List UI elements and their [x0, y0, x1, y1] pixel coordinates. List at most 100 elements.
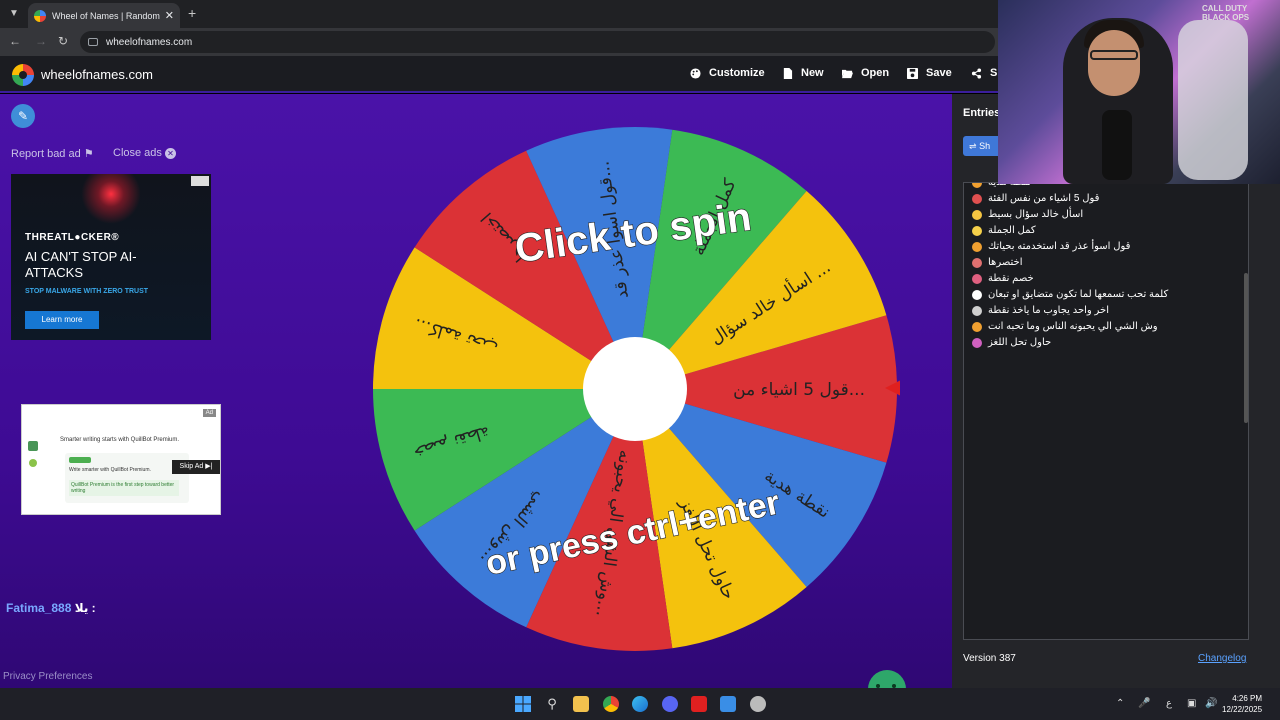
emoji-icon — [972, 183, 982, 188]
ad2-line2: QuillBot Premium is the first step towar… — [69, 480, 179, 496]
entry-text: كمل الجملة — [988, 225, 1036, 236]
youtube-icon[interactable] — [691, 696, 707, 712]
browser-tab[interactable]: Wheel of Names | Random nam ✕ — [28, 3, 180, 28]
emoji-icon — [972, 225, 982, 236]
new-button[interactable]: New — [782, 67, 824, 79]
search-icon[interactable]: ⚲ — [544, 696, 560, 712]
ad-headline: AI CAN'T STOP AI-ATTACKS — [25, 249, 137, 280]
ad2-card-tab — [69, 457, 91, 463]
taskbar: ⚲ ⌃ 🎤 ع ▣ 🔊 4:26 PM 12/22/2025 — [0, 688, 1280, 720]
skip-ad-button[interactable]: Skip Ad ▶| — [172, 460, 220, 474]
site-info-icon[interactable] — [88, 38, 98, 46]
quillbot-video-ad[interactable]: Ad Smarter writing starts with QuillBot … — [21, 404, 221, 515]
save-label: Save — [926, 67, 952, 79]
emoji-icon — [972, 193, 982, 204]
discord-icon[interactable] — [662, 696, 678, 712]
tab-entries[interactable]: Entries — [963, 107, 1000, 119]
ad2-line1: Write smarter with QuillBot Premium. — [69, 467, 151, 473]
notepad-icon[interactable] — [720, 696, 736, 712]
reload-icon[interactable]: ↻ — [55, 34, 71, 48]
entry-text: قول اسوأ عذر قد استخدمته بحياتك — [988, 241, 1131, 252]
microphone-icon[interactable]: 🎤 — [1138, 698, 1150, 709]
wheel-logo-icon[interactable] — [12, 64, 34, 86]
new-tab-icon[interactable]: + — [188, 5, 196, 21]
entry-text: وش الشي الي يحبونه الناس وما تحبه انت — [988, 321, 1158, 332]
chat-username: Fatima_888 — [6, 601, 72, 615]
edge-icon[interactable] — [632, 696, 648, 712]
entry-line: اسأل خالد سؤال بسيط — [972, 209, 1083, 220]
windows-start-icon[interactable] — [515, 696, 531, 712]
entry-text: اخر واحد يجاوب ما ياخذ نقطة — [988, 305, 1110, 316]
ad-choices-icon[interactable] — [191, 176, 209, 186]
entries-textarea[interactable]: نقطة هدية قول 5 اشياء من نفس الفئة اسأل خا… — [963, 182, 1249, 640]
folder-open-icon — [842, 69, 853, 78]
chrome-icon[interactable] — [603, 696, 619, 712]
emoji-icon — [972, 337, 982, 348]
share-icon — [971, 67, 982, 79]
chat-text: يلا : — [74, 601, 96, 615]
gaming-chair — [1178, 20, 1248, 180]
changelog-link[interactable]: Changelog — [1198, 653, 1246, 664]
webcam-overlay: CALL DUTY BLACK OPS — [998, 0, 1280, 184]
entry-line: خصم نقطة — [972, 273, 1034, 284]
chevron-up-icon[interactable]: ⌃ — [1116, 698, 1124, 709]
file-explorer-icon[interactable] — [573, 696, 589, 712]
wheel-favicon-icon — [34, 9, 46, 22]
ad2-preview-card: Write smarter with QuillBot Premium. Qui… — [65, 453, 189, 503]
entry-line: كمل الجملة — [972, 225, 1036, 236]
entry-line: اخر واحد يجاوب ما ياخذ نقطة — [972, 305, 1109, 316]
threatlocker-ad[interactable]: THREATL●CKER® AI CAN'T STOP AI-ATTACKS S… — [11, 174, 211, 340]
report-bad-ad-label: Report bad ad — [11, 148, 81, 160]
entry-line: حاول تحل اللغز — [972, 337, 1051, 348]
settings-gear-icon[interactable] — [750, 696, 766, 712]
streamer-glasses — [1090, 50, 1138, 60]
emoji-icon — [972, 257, 982, 268]
forward-icon[interactable]: → — [33, 34, 49, 48]
close-ads-link[interactable]: Close ads ✕ — [113, 147, 176, 159]
system-clock[interactable]: 4:26 PM 12/22/2025 — [1222, 693, 1262, 715]
close-tab-icon[interactable]: ✕ — [165, 9, 174, 22]
customize-button[interactable]: Customize — [690, 67, 765, 79]
spin-wheel[interactable]: قول 5 اشياء من... نقطة هدية حاول تحل اللغز… — [370, 126, 913, 656]
entry-text: كلمة تحب تسمعها لما تكون متضايق او تبعان — [988, 289, 1169, 300]
volume-icon[interactable]: 🔊 — [1205, 698, 1217, 709]
flag-icon: ⚑ — [83, 148, 94, 160]
windows-logo-icon — [515, 696, 531, 712]
language-indicator[interactable]: ع — [1166, 698, 1172, 709]
back-icon[interactable]: ← — [7, 34, 23, 48]
emoji-icon — [972, 273, 982, 284]
scrollbar-thumb[interactable] — [1244, 273, 1248, 423]
network-icon[interactable]: ▣ — [1187, 698, 1196, 709]
entry-text: اختصرها — [988, 257, 1023, 268]
clock-time: 4:26 PM — [1232, 694, 1263, 703]
brand-name[interactable]: wheelofnames.com — [41, 67, 153, 82]
address-bar[interactable]: wheelofnames.com — [80, 31, 995, 53]
clock-date: 12/22/2025 — [1222, 705, 1263, 714]
entry-line: وش الشي الي يحبونه الناس وما تحبه انت — [972, 321, 1158, 332]
shuffle-icon: ⇌ — [969, 141, 977, 151]
shuffle-label: Sh — [979, 141, 991, 151]
edit-pencil-icon[interactable]: ✎ — [11, 104, 35, 128]
entry-line: كلمة تحب تسمعها لما تكون متضايق او تبعان — [972, 289, 1168, 300]
tab-title: Wheel of Names | Random nam — [52, 10, 161, 21]
chat-message: Fatima_888 يلا : — [6, 601, 96, 615]
entry-text: خصم نقطة — [988, 273, 1034, 284]
emoji-icon — [972, 305, 982, 316]
entry-line: قول اسوأ عذر قد استخدمته بحياتك — [972, 241, 1130, 252]
version-text: Version 387 — [963, 653, 1016, 664]
tab-search-icon[interactable]: ▼ — [6, 6, 22, 22]
emoji-icon — [972, 289, 982, 300]
learn-more-button[interactable]: Learn more — [25, 311, 99, 329]
report-bad-ad-link[interactable]: Report bad ad ⚑ — [11, 147, 94, 160]
open-label: Open — [861, 67, 890, 79]
file-icon — [783, 67, 793, 79]
wheel-center-hub[interactable] — [583, 337, 687, 441]
wheel-graphic[interactable]: قول 5 اشياء من...نقطة هديةحاول تحل اللغز… — [370, 126, 913, 656]
entry-text: اسأل خالد سؤال بسيط — [988, 209, 1084, 220]
open-button[interactable]: Open — [842, 67, 889, 79]
wheel-segment-label: قول 5 اشياء من... — [733, 380, 865, 400]
save-button[interactable]: Save — [907, 67, 952, 79]
privacy-preferences-link[interactable]: Privacy Preferences — [3, 671, 92, 682]
close-ads-label: Close ads — [113, 147, 162, 159]
wall-poster: CALL DUTY BLACK OPS — [1202, 4, 1250, 22]
